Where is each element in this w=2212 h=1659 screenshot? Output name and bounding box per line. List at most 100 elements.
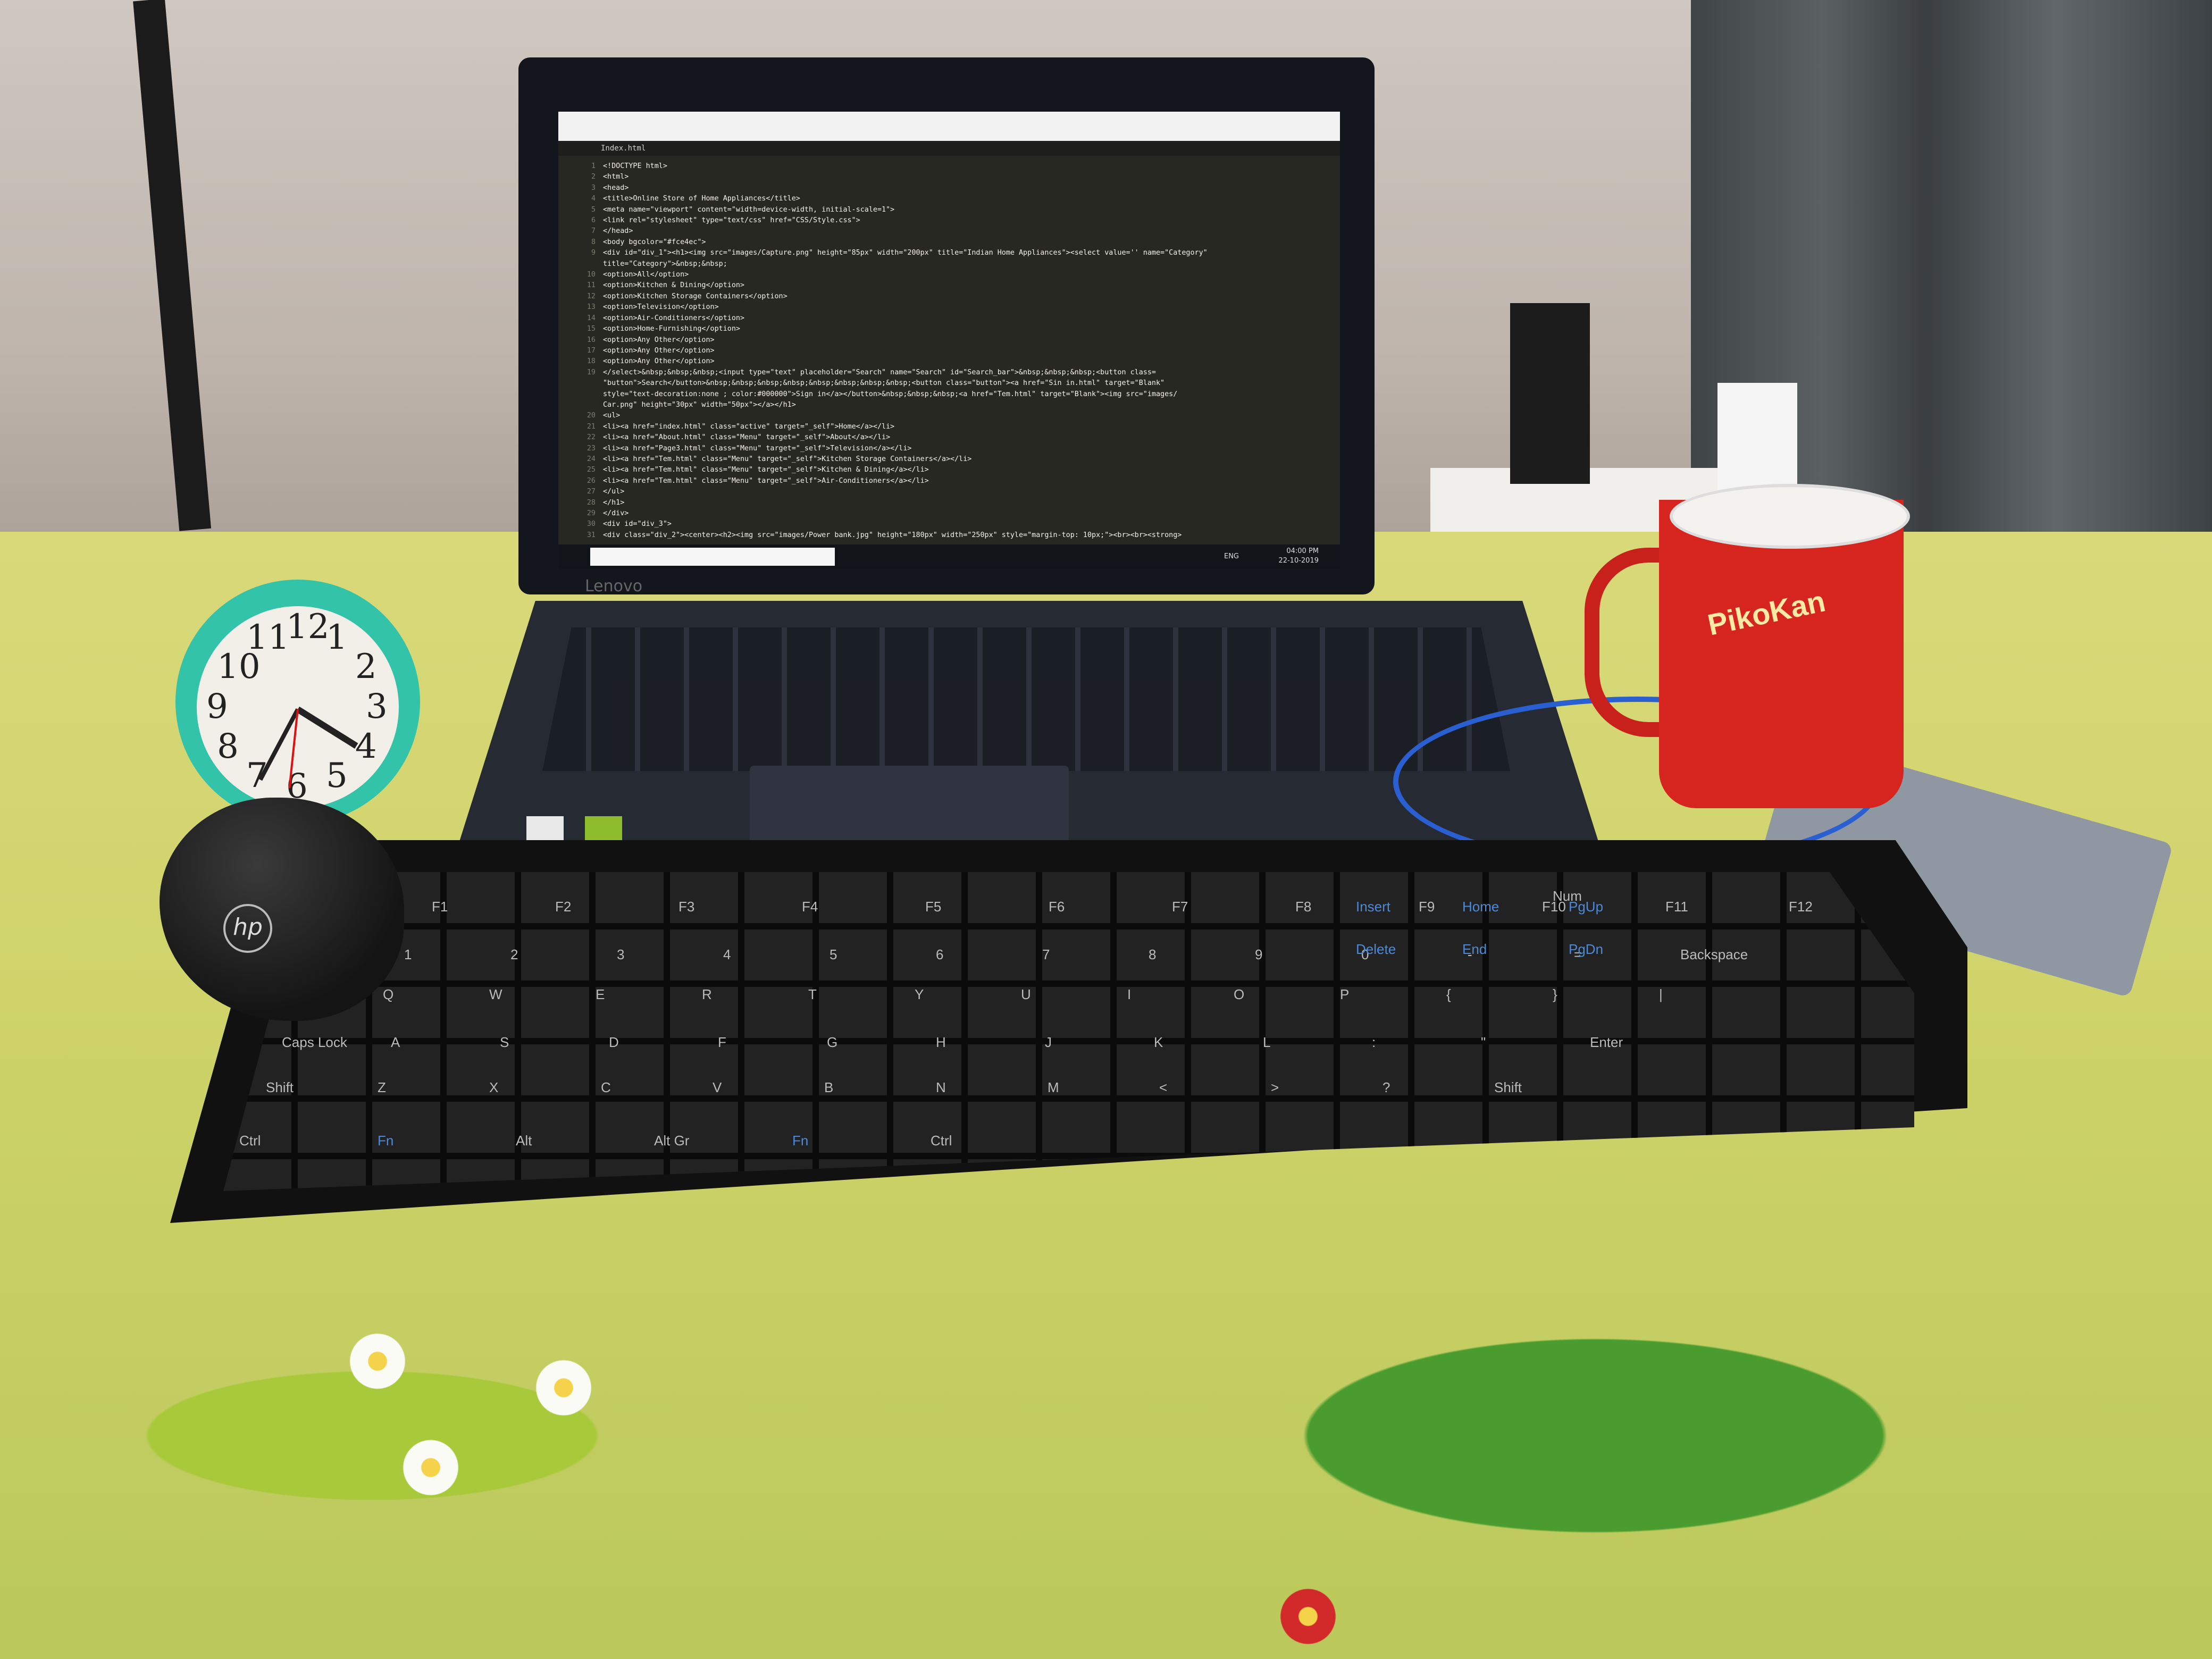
code-line[interactable]: 2 <html> bbox=[558, 172, 1340, 182]
line-number: 30 bbox=[586, 520, 596, 529]
code-editor[interactable]: 1 <!DOCTYPE html> 2 <html> 3 <head> 4 <title>On… bbox=[558, 156, 1340, 541]
code-line[interactable]: 26 <li><a href="Tem.html" class="Menu" ta… bbox=[558, 476, 1340, 487]
key-label: 5 bbox=[830, 946, 837, 962]
code-line[interactable]: 9 <div id="div_1"><h1><img src="images/Ca… bbox=[558, 248, 1340, 258]
key-label: H bbox=[936, 1034, 946, 1050]
key-label: Alt bbox=[516, 1133, 532, 1149]
key-label: Backspace bbox=[1680, 946, 1748, 962]
line-number: 14 bbox=[586, 314, 596, 322]
key-label: N bbox=[936, 1079, 946, 1095]
line-text: </div> bbox=[603, 509, 629, 517]
line-text: <body bgcolor="#fce4ec"> bbox=[603, 238, 706, 246]
editor-tab[interactable]: Index.html bbox=[558, 141, 1340, 156]
line-text: <option>Home-Furnishing</option> bbox=[603, 325, 740, 333]
key-label: Shift bbox=[266, 1079, 294, 1095]
code-line[interactable]: 19 </select>&nbsp;&nbsp;&nbsp;<input type… bbox=[558, 367, 1340, 378]
code-line[interactable]: Car.png" height="30px" width="50px"></a>… bbox=[558, 400, 1340, 410]
code-line[interactable]: 28 </h1> bbox=[558, 498, 1340, 508]
code-line[interactable]: 3 <head> bbox=[558, 183, 1340, 194]
line-text: </select>&nbsp;&nbsp;&nbsp;<input type="… bbox=[603, 368, 1156, 376]
taskbar-clock[interactable]: ENG 04:00 PM 22-10-2019 bbox=[1224, 547, 1319, 566]
clock-number: 4 bbox=[355, 727, 377, 766]
code-line[interactable]: 8 <body bgcolor="#fce4ec"> bbox=[558, 237, 1340, 248]
key-label: O bbox=[1234, 986, 1245, 1002]
code-line[interactable]: 13 <option>Television</option> bbox=[558, 302, 1340, 313]
laptop-keyboard[interactable] bbox=[542, 627, 1510, 771]
flower-decoration bbox=[399, 1436, 463, 1499]
code-line[interactable]: 29 </div> bbox=[558, 508, 1340, 519]
code-line[interactable]: 16 <option>Any Other</option> bbox=[558, 335, 1340, 346]
key-label: F1 bbox=[432, 899, 448, 915]
code-line[interactable]: 14 <option>Air-Conditioners</option> bbox=[558, 313, 1340, 324]
key-label: V bbox=[713, 1079, 722, 1095]
flower-decoration bbox=[1276, 1585, 1340, 1648]
code-line[interactable]: 1 <!DOCTYPE html> bbox=[558, 161, 1340, 172]
code-line[interactable]: 27 </ul> bbox=[558, 487, 1340, 497]
key-label: Fn bbox=[378, 1133, 394, 1149]
code-line[interactable]: 20 <ul> bbox=[558, 410, 1340, 421]
line-number: 1 bbox=[591, 162, 596, 170]
code-line[interactable]: 11 <option>Kitchen & Dining</option> bbox=[558, 280, 1340, 291]
code-line[interactable]: 4 <title>Online Store of Home Appliances<… bbox=[558, 194, 1340, 204]
taskbar: ENG 04:00 PM 22-10-2019 bbox=[558, 544, 1340, 569]
key-label: | bbox=[1659, 986, 1663, 1002]
code-line[interactable]: 23 <li><a href="Page3.html" class="Menu" … bbox=[558, 443, 1340, 454]
key-label: W bbox=[489, 986, 502, 1002]
code-line[interactable]: 24 <li><a href="Tem.html" class="Menu" ta… bbox=[558, 454, 1340, 465]
line-number bbox=[558, 378, 603, 389]
line-text: <option>All</option> bbox=[603, 271, 689, 279]
code-line[interactable]: 7 </head> bbox=[558, 226, 1340, 237]
key-label: 4 bbox=[723, 946, 731, 962]
line-number: 8 bbox=[591, 238, 596, 246]
code-line[interactable]: 18 <option>Any Other</option> bbox=[558, 356, 1340, 367]
line-text: <title>Online Store of Home Appliances</… bbox=[603, 195, 800, 203]
code-line[interactable]: 22 <li><a href="About.html" class="Menu" … bbox=[558, 432, 1340, 443]
photo-scene: Index.html 1 <!DOCTYPE html> 2 <html> 3 <head… bbox=[0, 0, 2212, 1659]
line-text: title="Category">&nbsp;&nbsp; bbox=[603, 259, 727, 268]
key-label: Fn bbox=[792, 1133, 809, 1149]
code-line[interactable]: 10 <option>All</option> bbox=[558, 270, 1340, 280]
code-line[interactable]: "button">Search</button>&nbsp;&nbsp;&nbs… bbox=[558, 378, 1340, 389]
line-number: 13 bbox=[586, 303, 596, 312]
key-label: Alt Gr bbox=[654, 1133, 690, 1149]
key-label: Insert bbox=[1356, 899, 1391, 915]
code-line[interactable]: 25 <li><a href="Tem.html" class="Menu" ta… bbox=[558, 465, 1340, 475]
line-text: <li><a href="index.html" class="active" … bbox=[603, 422, 895, 431]
line-number: 11 bbox=[586, 281, 596, 290]
code-line[interactable]: 15 <option>Home-Furnishing</option> bbox=[558, 324, 1340, 334]
key-label: Delete bbox=[1356, 941, 1396, 957]
line-number: 15 bbox=[586, 325, 596, 333]
code-line[interactable]: title="Category">&nbsp;&nbsp; bbox=[558, 259, 1340, 270]
key-label: Caps Lock bbox=[282, 1034, 347, 1050]
code-line[interactable]: 5 <meta name="viewport" content="width=de… bbox=[558, 205, 1340, 215]
key-label: T bbox=[808, 986, 817, 1002]
line-text: <option>Air-Conditioners</option> bbox=[603, 314, 745, 322]
key-label: PgDn bbox=[1569, 941, 1604, 957]
clock-number: 1 bbox=[326, 618, 348, 658]
key-label: > bbox=[1271, 1079, 1279, 1095]
line-number: 6 bbox=[591, 216, 596, 225]
taskbar-search[interactable] bbox=[590, 548, 835, 566]
code-line[interactable]: 17 <option>Any Other</option> bbox=[558, 346, 1340, 356]
code-line[interactable]: 6 <link rel="stylesheet" type="text/css" … bbox=[558, 215, 1340, 226]
key-label: Ctrl bbox=[239, 1133, 261, 1149]
key-label: < bbox=[1159, 1079, 1168, 1095]
code-line[interactable]: 30 <div id="div_3"> bbox=[558, 519, 1340, 530]
line-number: 16 bbox=[586, 336, 596, 344]
key-label: : bbox=[1372, 1034, 1376, 1050]
code-line[interactable]: 12 <option>Kitchen Storage Containers</op… bbox=[558, 291, 1340, 302]
tab-title: Index.html bbox=[601, 144, 646, 153]
line-text: <option>Kitchen & Dining</option> bbox=[603, 281, 745, 290]
line-text: <option>Any Other</option> bbox=[603, 346, 715, 355]
key-label: 7 bbox=[1042, 946, 1050, 962]
laptop-brand: Lenovo bbox=[585, 577, 643, 596]
code-line[interactable]: 31 <div class="div_2"><center><h2><img sr… bbox=[558, 530, 1340, 541]
key-label: P bbox=[1340, 986, 1350, 1002]
key-label: K bbox=[1154, 1034, 1163, 1050]
code-line[interactable]: style="text-decoration:none ; color:#000… bbox=[558, 389, 1340, 400]
code-line[interactable]: 21 <li><a href="index.html" class="active… bbox=[558, 422, 1340, 432]
key-label: B bbox=[824, 1079, 834, 1095]
line-text: <head> bbox=[603, 183, 629, 192]
line-number: 17 bbox=[586, 346, 596, 355]
line-number: 21 bbox=[586, 422, 596, 431]
